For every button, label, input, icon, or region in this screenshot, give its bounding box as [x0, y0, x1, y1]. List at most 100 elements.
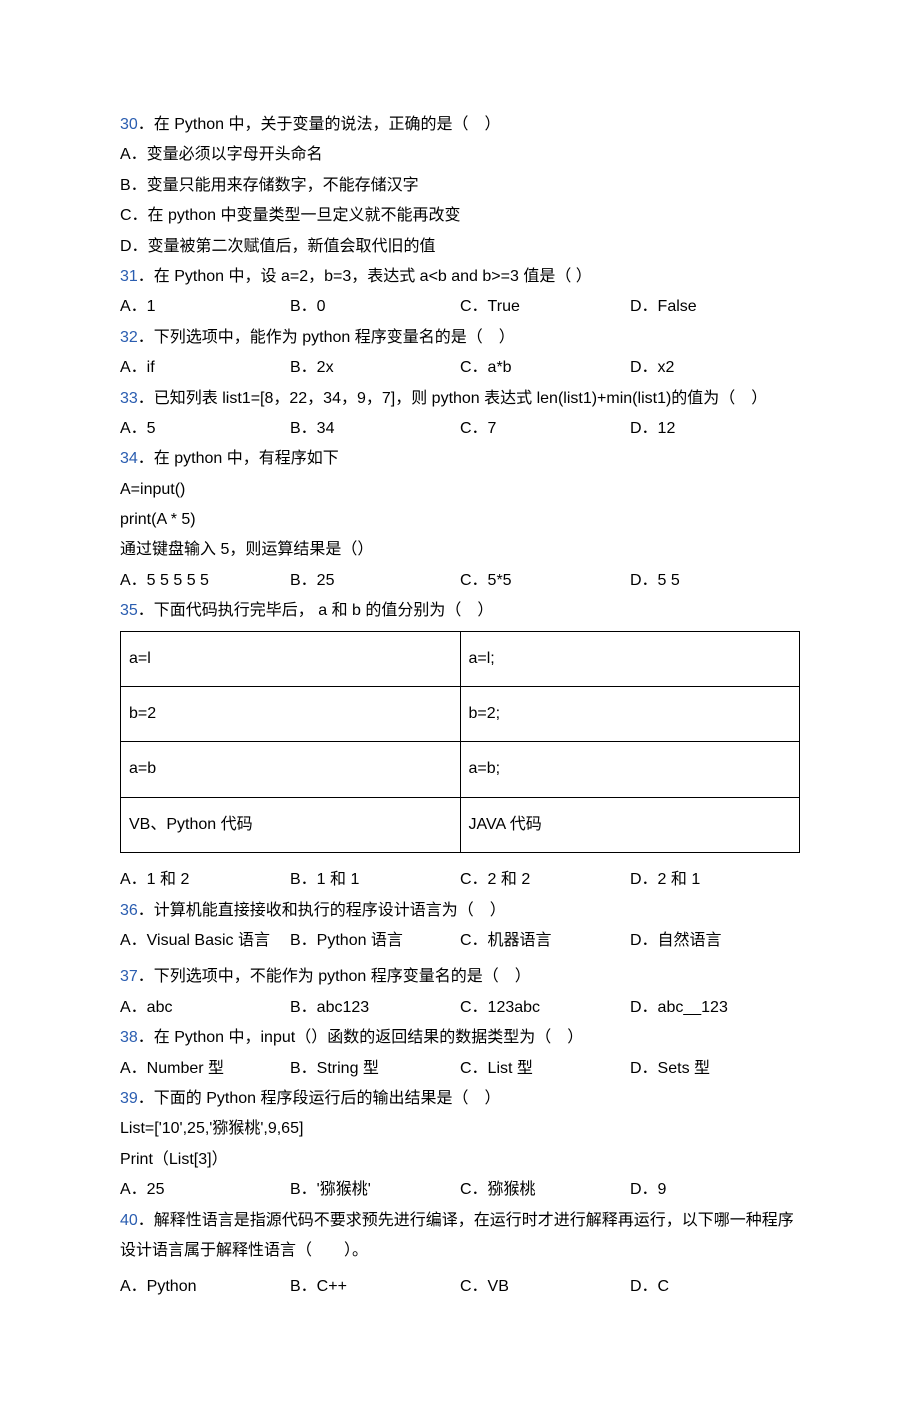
question-number: 39	[120, 1090, 138, 1107]
option-b: B．0	[290, 292, 460, 322]
question-text: ．在 Python 中，设 a=2，b=3，表达式 a<b and b>=3 值…	[138, 268, 592, 285]
code-line: print(A * 5)	[120, 505, 800, 535]
table-row: a=l a=l;	[121, 631, 800, 686]
table-cell: a=l	[121, 631, 461, 686]
option-d: D．2 和 1	[630, 865, 800, 895]
option-b: B．25	[290, 566, 460, 596]
option-c: C．5*5	[460, 566, 630, 596]
options-row: A．1 和 2 B．1 和 1 C．2 和 2 D．2 和 1	[120, 865, 800, 895]
question-stem: 31．在 Python 中，设 a=2，b=3，表达式 a<b and b>=3…	[120, 262, 800, 292]
code-line: A=input()	[120, 475, 800, 505]
question-30: 30．在 Python 中，关于变量的说法，正确的是（ ） A．变量必须以字母开…	[120, 110, 800, 262]
table-cell: b=2	[121, 687, 461, 742]
question-36: 36．计算机能直接接收和执行的程序设计语言为（ ） A．Visual Basic…	[120, 896, 800, 957]
question-text: ．下列选项中，能作为 python 程序变量名的是（ ）	[138, 329, 515, 346]
option-c: C．123abc	[460, 993, 630, 1023]
option-d: D．自然语言	[630, 926, 800, 956]
option-a: A．abc	[120, 993, 290, 1023]
document-page: 30．在 Python 中，关于变量的说法，正确的是（ ） A．变量必须以字母开…	[0, 0, 920, 1403]
question-sub: 通过键盘输入 5，则运算结果是（）	[120, 535, 800, 565]
option-a: A．1	[120, 292, 290, 322]
option-d: D．x2	[630, 353, 800, 383]
option-c: C．2 和 2	[460, 865, 630, 895]
question-34: 34．在 python 中，有程序如下 A=input() print(A * …	[120, 444, 800, 596]
option-b: B．变量只能用来存储数字，不能存储汉字	[120, 171, 800, 201]
question-31: 31．在 Python 中，设 a=2，b=3，表达式 a<b and b>=3…	[120, 262, 800, 323]
option-b: B．String 型	[290, 1054, 460, 1084]
option-b: B．2x	[290, 353, 460, 383]
question-40: 40．解释性语言是指源代码不要求预先进行编译，在运行时才进行解释再运行，以下哪一…	[120, 1206, 800, 1303]
option-d: D．C	[630, 1272, 800, 1302]
option-d: D．abc__123	[630, 993, 800, 1023]
option-a: A．Number 型	[120, 1054, 290, 1084]
options-row: A．1 B．0 C．True D．False	[120, 292, 800, 322]
option-c: C．VB	[460, 1272, 630, 1302]
question-stem: 34．在 python 中，有程序如下	[120, 444, 800, 474]
question-text: ．在 Python 中，input（）函数的返回结果的数据类型为（ ）	[138, 1029, 583, 1046]
options-row: A．5 5 5 5 5 B．25 C．5*5 D．5 5	[120, 566, 800, 596]
question-35: 35．下面代码执行完毕后， a 和 b 的值分别为（ ） a=l a=l; b=…	[120, 596, 800, 895]
question-number: 37	[120, 968, 138, 985]
option-c: C．在 python 中变量类型一旦定义就不能再改变	[120, 201, 800, 231]
option-b: B．abc123	[290, 993, 460, 1023]
option-d: D．变量被第二次赋值后，新值会取代旧的值	[120, 232, 800, 262]
question-stem: 39．下面的 Python 程序段运行后的输出结果是（ ）	[120, 1084, 800, 1114]
question-number: 35	[120, 602, 138, 619]
table-cell: JAVA 代码	[460, 797, 800, 852]
question-39: 39．下面的 Python 程序段运行后的输出结果是（ ） List=['10'…	[120, 1084, 800, 1206]
code-line: List=['10',25,'猕猴桃',9,65]	[120, 1114, 800, 1144]
code-line: Print（List[3]）	[120, 1145, 800, 1175]
question-32: 32．下列选项中，能作为 python 程序变量名的是（ ） A．if B．2x…	[120, 323, 800, 384]
option-c: C．猕猴桃	[460, 1175, 630, 1205]
table-cell: VB、Python 代码	[121, 797, 461, 852]
question-text: ．下面代码执行完毕后， a 和 b 的值分别为（ ）	[138, 602, 494, 619]
question-stem: 40．解释性语言是指源代码不要求预先进行编译，在运行时才进行解释再运行，以下哪一…	[120, 1206, 800, 1267]
question-stem: 32．下列选项中，能作为 python 程序变量名的是（ ）	[120, 323, 800, 353]
option-c: C．7	[460, 414, 630, 444]
option-d: D．5 5	[630, 566, 800, 596]
table-cell: a=b;	[460, 742, 800, 797]
question-stem: 38．在 Python 中，input（）函数的返回结果的数据类型为（ ）	[120, 1023, 800, 1053]
options-row: A．5 B．34 C．7 D．12	[120, 414, 800, 444]
option-b: B．34	[290, 414, 460, 444]
table-row: VB、Python 代码 JAVA 代码	[121, 797, 800, 852]
question-number: 38	[120, 1029, 138, 1046]
option-c: C．True	[460, 292, 630, 322]
option-c: C．a*b	[460, 353, 630, 383]
question-text: ．下列选项中，不能作为 python 程序变量名的是（ ）	[138, 968, 531, 985]
question-number: 33	[120, 390, 138, 407]
option-a: A．25	[120, 1175, 290, 1205]
question-number: 32	[120, 329, 138, 346]
question-stem: 36．计算机能直接接收和执行的程序设计语言为（ ）	[120, 896, 800, 926]
question-stem: 37．下列选项中，不能作为 python 程序变量名的是（ ）	[120, 962, 800, 992]
options-row: A．abc B．abc123 C．123abc D．abc__123	[120, 993, 800, 1023]
option-a: A．if	[120, 353, 290, 383]
question-text: ．解释性语言是指源代码不要求预先进行编译，在运行时才进行解释再运行，以下哪一种程…	[120, 1212, 794, 1259]
question-stem: 35．下面代码执行完毕后， a 和 b 的值分别为（ ）	[120, 596, 800, 626]
question-37: 37．下列选项中，不能作为 python 程序变量名的是（ ） A．abc B．…	[120, 962, 800, 1023]
question-number: 40	[120, 1212, 138, 1229]
option-c: C．List 型	[460, 1054, 630, 1084]
question-number: 30	[120, 116, 138, 133]
option-c: C．机器语言	[460, 926, 630, 956]
option-d: D．9	[630, 1175, 800, 1205]
option-a: A．变量必须以字母开头命名	[120, 140, 800, 170]
table-cell: b=2;	[460, 687, 800, 742]
question-text: ．在 python 中，有程序如下	[138, 450, 339, 467]
question-text: ．在 Python 中，关于变量的说法，正确的是（ ）	[138, 116, 501, 133]
option-a: A．Python	[120, 1272, 290, 1302]
options-row: A．Visual Basic 语言 B．Python 语言 C．机器语言 D．自…	[120, 926, 800, 956]
question-stem: 30．在 Python 中，关于变量的说法，正确的是（ ）	[120, 110, 800, 140]
option-d: D．Sets 型	[630, 1054, 800, 1084]
question-text: ．计算机能直接接收和执行的程序设计语言为（ ）	[138, 902, 506, 919]
table-row: b=2 b=2;	[121, 687, 800, 742]
option-b: B．1 和 1	[290, 865, 460, 895]
table-row: a=b a=b;	[121, 742, 800, 797]
option-a: A．Visual Basic 语言	[120, 926, 290, 956]
question-38: 38．在 Python 中，input（）函数的返回结果的数据类型为（ ） A．…	[120, 1023, 800, 1084]
options-row: A．Python B．C++ C．VB D．C	[120, 1272, 800, 1302]
option-b: B．C++	[290, 1272, 460, 1302]
question-33: 33．已知列表 list1=[8，22，34，9，7]，则 python 表达式…	[120, 384, 800, 445]
code-table: a=l a=l; b=2 b=2; a=b a=b; VB、Python 代码 …	[120, 631, 800, 854]
option-d: D．False	[630, 292, 800, 322]
